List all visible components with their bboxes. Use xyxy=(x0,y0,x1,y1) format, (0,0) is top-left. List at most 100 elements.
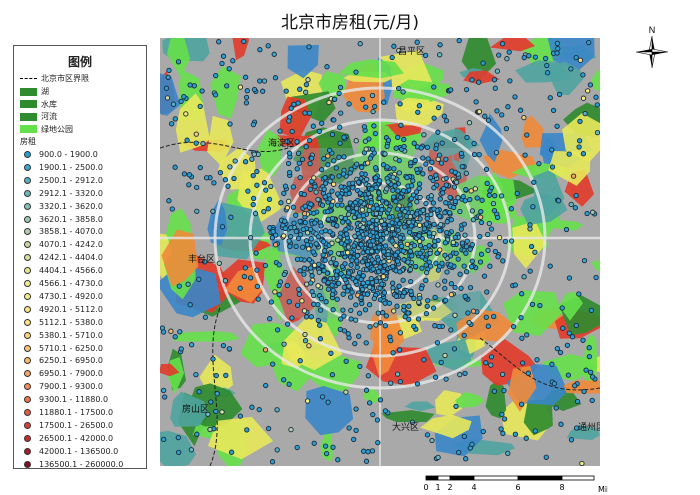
rent-point xyxy=(297,218,303,225)
rent-dot-icon xyxy=(24,292,31,300)
rent-point xyxy=(448,281,455,287)
rent-point xyxy=(363,146,369,152)
rent-point xyxy=(456,38,462,44)
rent-point xyxy=(243,100,250,106)
rent-point xyxy=(431,115,437,121)
rent-point xyxy=(344,231,350,237)
rent-point xyxy=(327,229,333,235)
rent-point xyxy=(350,180,356,186)
rent-point xyxy=(391,166,397,172)
rent-point xyxy=(421,226,428,232)
rent-point xyxy=(188,342,195,348)
rent-point xyxy=(396,347,403,353)
rent-point xyxy=(227,121,233,127)
rent-point xyxy=(453,403,459,410)
rent-point xyxy=(525,370,531,376)
rent-point xyxy=(353,317,359,323)
rent-point xyxy=(437,228,443,234)
rent-point xyxy=(544,70,551,76)
rent-point xyxy=(330,444,336,450)
legend-rent-class: 9300.1 - 11880.0 xyxy=(20,395,108,405)
rent-point xyxy=(394,371,401,377)
rent-point xyxy=(268,183,274,190)
rent-point xyxy=(458,150,465,157)
rent-point xyxy=(319,120,325,126)
rent-point xyxy=(359,164,365,171)
rent-point xyxy=(409,253,415,259)
rent-point xyxy=(430,200,437,206)
rent-point xyxy=(478,208,484,215)
rent-point xyxy=(442,240,449,246)
rent-point xyxy=(213,372,219,379)
rent-point xyxy=(458,226,465,232)
rent-point xyxy=(448,217,454,223)
rent-point xyxy=(343,389,349,395)
rent-point xyxy=(361,448,367,454)
rent-point xyxy=(377,264,383,270)
rent-point xyxy=(388,337,394,344)
rent-point xyxy=(276,291,282,298)
rent-point xyxy=(471,151,478,158)
rent-point xyxy=(479,197,485,203)
rent-point xyxy=(319,394,326,400)
rent-point xyxy=(551,380,558,387)
rent-point xyxy=(329,174,335,180)
rent-point xyxy=(267,316,273,322)
rent-point xyxy=(572,383,578,389)
rent-point xyxy=(385,251,391,258)
rent-point xyxy=(340,171,347,177)
rent-point xyxy=(502,238,509,245)
rent-point xyxy=(396,221,403,227)
rent-point xyxy=(376,190,382,196)
rent-point xyxy=(241,38,247,45)
rent-point xyxy=(583,367,589,373)
rent-point xyxy=(329,202,335,209)
rent-point xyxy=(594,129,600,136)
rent-point xyxy=(323,299,329,305)
rent-class-label: 5112.1 - 5380.0 xyxy=(39,317,103,327)
rent-point xyxy=(432,243,438,249)
rent-point xyxy=(580,95,587,101)
rent-point xyxy=(352,199,359,206)
scale-segment xyxy=(473,475,519,481)
rent-point xyxy=(580,72,586,78)
rent-point xyxy=(484,180,490,187)
rent-point xyxy=(256,406,262,413)
rent-point xyxy=(532,428,538,434)
scale-tick-label: 6 xyxy=(515,483,520,492)
rent-point xyxy=(302,219,308,226)
rent-point xyxy=(255,296,261,302)
rent-point xyxy=(441,113,448,119)
rent-class-label: 4730.1 - 4920.0 xyxy=(39,291,103,301)
rent-point xyxy=(317,307,324,313)
rent-point xyxy=(358,199,364,205)
rent-point xyxy=(398,122,404,128)
rent-point xyxy=(407,248,414,254)
rent-point xyxy=(210,208,216,214)
rent-point xyxy=(530,204,536,210)
rent-point xyxy=(337,140,343,146)
rent-point xyxy=(244,427,250,433)
rent-point xyxy=(584,210,590,217)
rent-point xyxy=(348,307,354,314)
rent-point xyxy=(401,289,407,296)
rent-point xyxy=(377,320,384,326)
scale-tick-label: 1 xyxy=(435,483,440,492)
rent-point xyxy=(216,260,222,266)
scale-tick-label: 0 xyxy=(423,483,428,492)
rent-point xyxy=(336,154,342,160)
rent-point xyxy=(496,234,503,241)
rent-point xyxy=(391,231,397,237)
rent-point xyxy=(557,349,564,356)
rent-point xyxy=(492,248,499,255)
legend-title: 图例 xyxy=(67,55,92,69)
rent-point xyxy=(498,193,505,199)
rent-point xyxy=(164,95,171,101)
rent-point xyxy=(429,437,435,444)
rent-point xyxy=(287,233,294,240)
rent-point xyxy=(250,195,257,202)
rent-point xyxy=(521,274,527,280)
rent-map[interactable]: 昌平区海淀区丰台区房山区大兴区 通州区 xyxy=(160,38,600,466)
rent-point xyxy=(226,346,232,352)
rent-point xyxy=(379,281,385,287)
